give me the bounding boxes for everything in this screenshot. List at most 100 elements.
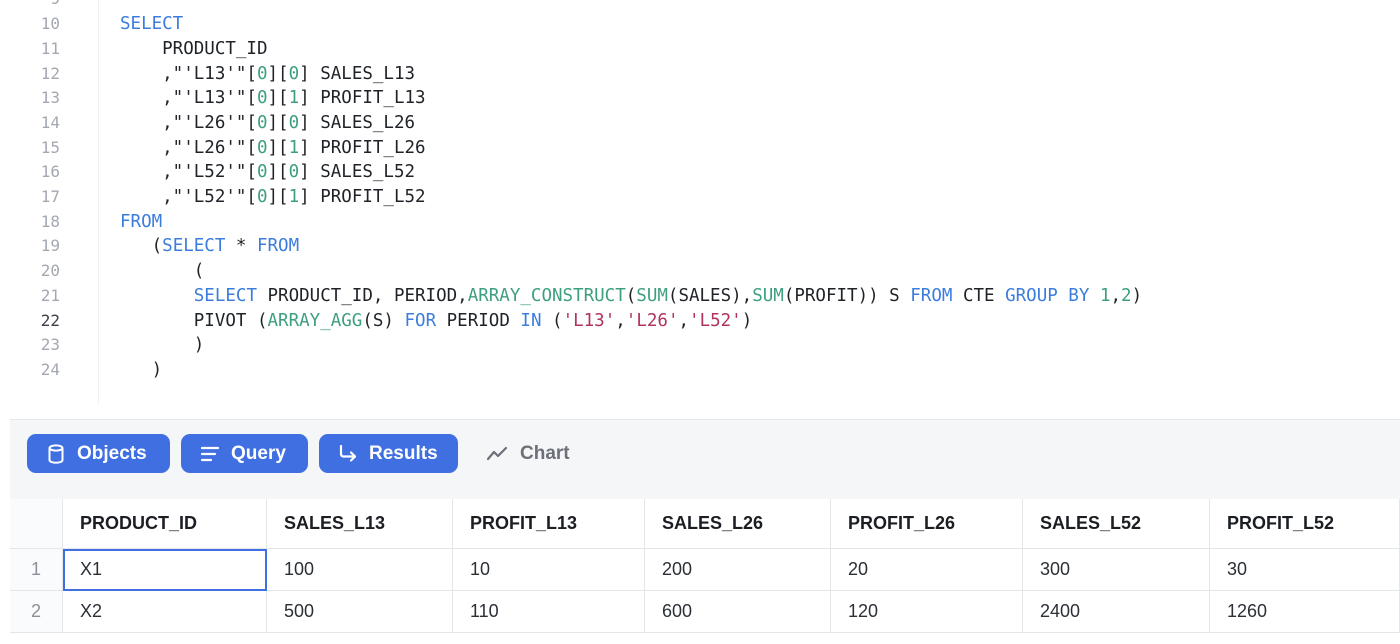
code-token: ,"'L52'"[ — [120, 162, 257, 183]
code-line[interactable]: 23 ) — [0, 333, 1400, 358]
code-token: 0 — [256, 162, 268, 183]
lines-icon — [200, 446, 220, 461]
line-number: 22 — [40, 310, 60, 330]
objects-button[interactable]: Objects — [27, 434, 170, 473]
code-token: FOR — [404, 310, 437, 331]
code-token: ][ — [267, 162, 289, 183]
code-line[interactable]: 20 ( — [0, 259, 1400, 284]
results-button[interactable]: Results — [319, 434, 458, 473]
code-token: SUM — [636, 285, 668, 306]
code-token: ) — [1131, 285, 1143, 306]
table-cell[interactable]: 600 — [645, 591, 831, 633]
line-number: 11 — [40, 38, 60, 58]
code-token: 'L26' — [625, 310, 679, 331]
results-table[interactable]: PRODUCT_ID SALES_L13 PROFIT_L13 SALES_L26 PR… — [10, 499, 1400, 644]
code-token: ][ — [267, 88, 289, 109]
code-token: 1 — [288, 88, 300, 109]
code-text: FROM — [120, 210, 162, 235]
code-text: ( — [120, 259, 205, 284]
row-number: 2 — [10, 591, 63, 633]
table-cell[interactable]: 30 — [1210, 549, 1400, 591]
code-token: ][ — [267, 187, 289, 207]
row-number: 1 — [10, 549, 63, 591]
code-token: SELECT — [120, 14, 184, 35]
column-header[interactable]: PROFIT_L13 — [453, 499, 645, 549]
code-line[interactable]: 14 ,"'L26'"[0][0] SALES_L26 — [0, 111, 1400, 136]
column-header[interactable]: PRODUCT_ID — [63, 499, 267, 549]
code-line[interactable]: 18 FROM — [0, 210, 1400, 235]
line-number: 15 — [40, 137, 60, 157]
table-cell[interactable]: 2400 — [1023, 591, 1210, 633]
code-token: SUM — [752, 285, 784, 306]
code-token: 0 — [256, 187, 268, 207]
column-header[interactable]: PROFIT_L52 — [1210, 499, 1400, 549]
line-number: 20 — [40, 261, 60, 281]
code-token: SELECT — [193, 285, 257, 306]
chart-tab[interactable]: Chart — [486, 434, 570, 473]
code-token: 'L13' — [562, 310, 616, 331]
code-line[interactable]: 9 — [0, 0, 1400, 12]
row-number-header — [10, 499, 63, 549]
table-cell[interactable]: 10 — [453, 549, 645, 591]
query-button[interactable]: Query — [181, 434, 308, 473]
table-cell[interactable]: 110 — [453, 591, 645, 633]
table-cell[interactable]: 1260 — [1210, 591, 1400, 633]
database-icon — [48, 443, 64, 464]
code-token: 0 — [256, 88, 268, 109]
code-text: SELECT PRODUCT_ID, PERIOD,ARRAY_CONSTRUC… — [120, 284, 1142, 309]
column-header[interactable]: SALES_L52 — [1023, 499, 1210, 549]
results-button-label: Results — [369, 442, 438, 464]
code-token: CTE — [952, 285, 1006, 306]
table-cell[interactable]: 300 — [1023, 549, 1210, 591]
line-number: 21 — [40, 285, 60, 305]
code-token: ] SALES_L52 — [299, 162, 416, 183]
line-number: 9 — [0, 0, 60, 12]
table-cell[interactable]: X2 — [63, 591, 267, 633]
code-text: (SELECT * FROM — [120, 234, 300, 259]
code-line[interactable]: 15 ,"'L26'"[0][1] PROFIT_L26 — [0, 136, 1400, 161]
table-cell[interactable]: X1 — [63, 549, 267, 591]
sql-editor[interactable]: 910SELECT11 PRODUCT_ID12 ,"'L13'"[0][0] … — [0, 0, 1400, 404]
column-header[interactable]: SALES_L13 — [267, 499, 453, 549]
arrow-down-right-icon — [339, 444, 357, 462]
code-text: ,"'L26'"[0][1] PROFIT_L26 — [120, 136, 425, 161]
results-panel: Objects Query Results Chart PRODUCT_ID SA… — [10, 419, 1400, 644]
code-line[interactable]: 22 PIVOT (ARRAY_AGG(S) FOR PERIOD IN ('L… — [0, 309, 1400, 334]
line-number: 14 — [40, 112, 60, 132]
table-cell[interactable]: 500 — [267, 591, 453, 633]
table-cell[interactable]: 100 — [267, 549, 453, 591]
code-line[interactable]: 24 ) — [0, 358, 1400, 383]
line-chart-icon — [486, 446, 508, 460]
code-text: ) — [120, 358, 163, 383]
code-token: ARRAY_CONSTRUCT — [467, 285, 626, 306]
code-token: ( — [541, 310, 563, 331]
code-token: (SALES), — [667, 285, 753, 306]
line-number: 19 — [40, 236, 60, 256]
line-number: 24 — [40, 359, 60, 379]
table-cell[interactable]: 20 — [831, 549, 1023, 591]
code-token: ,"'L13'"[ — [120, 88, 257, 109]
code-line[interactable]: 12 ,"'L13'"[0][0] SALES_L13 — [0, 62, 1400, 87]
code-line[interactable]: 16 ,"'L52'"[0][0] SALES_L52 — [0, 160, 1400, 185]
code-line[interactable]: 19 (SELECT * FROM — [0, 234, 1400, 259]
line-number: 23 — [40, 335, 60, 355]
line-number: 17 — [40, 187, 60, 206]
code-line[interactable]: 10 SELECT — [0, 12, 1400, 37]
table-cell[interactable]: 120 — [831, 591, 1023, 633]
code-token: 'L52' — [689, 310, 742, 331]
code-line[interactable]: 17 ,"'L52'"[0][1] PROFIT_L52 — [0, 185, 1400, 210]
code-line[interactable]: 11 PRODUCT_ID — [0, 37, 1400, 62]
code-line[interactable]: 13 ,"'L13'"[0][1] PROFIT_L13 — [0, 86, 1400, 111]
code-token: 1 — [288, 137, 300, 158]
code-text: ,"'L52'"[0][0] SALES_L52 — [120, 160, 415, 185]
code-token: IN — [520, 310, 542, 331]
column-header[interactable]: PROFIT_L26 — [831, 499, 1023, 549]
column-header[interactable]: SALES_L26 — [645, 499, 831, 549]
table-cell[interactable]: 200 — [645, 549, 831, 591]
code-line[interactable]: 21 SELECT PRODUCT_ID, PERIOD,ARRAY_CONST… — [0, 284, 1400, 309]
code-token: PRODUCT_ID — [120, 38, 268, 59]
code-token: ,"'L26'"[ — [120, 137, 257, 158]
code-token: 0 — [256, 137, 268, 158]
